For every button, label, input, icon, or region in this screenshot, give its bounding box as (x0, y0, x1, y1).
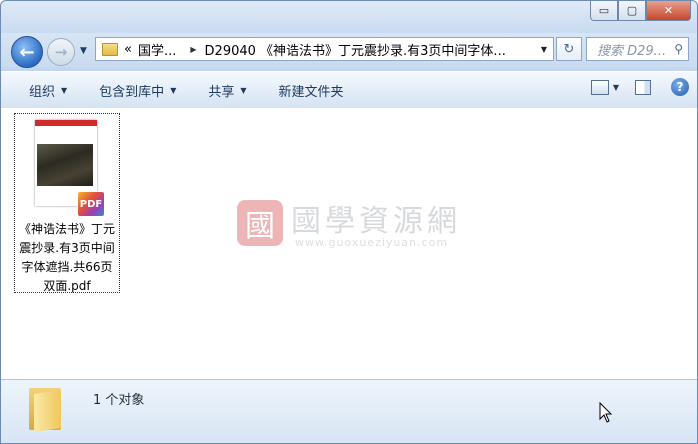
maximize-button[interactable]: ▢ (618, 1, 646, 21)
watermark-title: 國學資源網 (291, 204, 461, 239)
folder-icon (102, 42, 118, 56)
watermark: 國 國學資源網 www.guoxueziyuan.com (237, 196, 465, 254)
view-options-dropdown-icon[interactable]: ▼ (613, 83, 619, 92)
minimize-button[interactable]: ▭ (590, 1, 618, 21)
thumbnail-header-bar (35, 120, 97, 126)
caret-down-icon: ▼ (240, 85, 247, 95)
address-dropdown-icon[interactable]: ▼ (541, 45, 547, 54)
share-label: 共享 (208, 84, 235, 100)
magnifier-icon[interactable]: ⚲ (674, 42, 683, 56)
new-folder-label: 新建文件夹 (278, 84, 344, 100)
file-list-area[interactable]: PDF 《神诰法书》丁元震抄录.有3页中间字体遮挡.共66页双面.pdf 國 國… (1, 108, 697, 379)
help-button[interactable]: ? (671, 78, 689, 96)
folder-icon (29, 388, 61, 432)
folder-front (34, 390, 61, 432)
mouse-cursor-icon (599, 402, 613, 423)
forward-button[interactable]: → (47, 38, 75, 66)
breadcrumb-overflow[interactable]: « (124, 42, 132, 57)
change-view-icon[interactable] (590, 79, 609, 95)
new-folder-button[interactable]: 新建文件夹 (279, 81, 344, 100)
title-bar: ▭ ▢ ✕ (1, 1, 697, 33)
thumbnail-scan-image (37, 144, 93, 186)
chevron-right-icon[interactable]: ▶ (190, 45, 196, 54)
organize-label: 组织 (29, 84, 56, 100)
preview-pane-icon[interactable] (635, 79, 651, 95)
caret-down-icon: ▼ (170, 85, 177, 95)
watermark-seal-icon: 國 (237, 200, 283, 246)
search-placeholder: 搜索 D29... (597, 43, 667, 59)
share-button[interactable]: 共享 ▼ (208, 81, 246, 100)
address-bar[interactable]: « 国学... ▶ D29040 《神诰法书》丁元震抄录.有3页中间字体... … (95, 37, 554, 61)
command-bar: 组织 ▼ 包含到库中 ▼ 共享 ▼ 新建文件夹 ▼ ? (1, 71, 697, 109)
breadcrumb-item[interactable]: 国学... (138, 40, 176, 59)
navigation-bar: ← → ▼ « 国学... ▶ D29040 《神诰法书》丁元震抄录.有3页中间… (1, 33, 697, 68)
toolbar-right: ▼ ? (590, 78, 689, 96)
item-count: 1 个对象 (93, 393, 145, 408)
file-name[interactable]: 《神诰法书》丁元震抄录.有3页中间字体遮挡.共66页双面.pdf (17, 220, 117, 296)
caption-buttons: ▭ ▢ ✕ (590, 1, 691, 21)
refresh-button[interactable]: ↻ (556, 37, 582, 61)
watermark-url: www.guoxueziyuan.com (295, 236, 449, 249)
back-button[interactable]: ← (11, 36, 43, 68)
explorer-window: ▭ ▢ ✕ ← → ▼ « 国学... ▶ D29040 《神诰法书》丁元震抄录… (0, 0, 698, 444)
include-in-library-button[interactable]: 包含到库中 ▼ (99, 81, 176, 100)
caret-down-icon: ▼ (61, 85, 68, 95)
close-button[interactable]: ✕ (646, 1, 691, 21)
details-pane: 1 个对象 (1, 379, 697, 443)
recent-pages-dropdown[interactable]: ▼ (80, 46, 87, 56)
organize-button[interactable]: 组织 ▼ (29, 81, 67, 100)
file-item[interactable]: PDF 《神诰法书》丁元震抄录.有3页中间字体遮挡.共66页双面.pdf (14, 113, 120, 293)
include-in-library-label: 包含到库中 (99, 84, 165, 100)
pdf-icon: PDF (77, 191, 105, 217)
search-input[interactable]: 搜索 D29... ⚲ (586, 37, 689, 61)
breadcrumb-item-current[interactable]: D29040 《神诰法书》丁元震抄录.有3页中间字体... (205, 40, 506, 59)
